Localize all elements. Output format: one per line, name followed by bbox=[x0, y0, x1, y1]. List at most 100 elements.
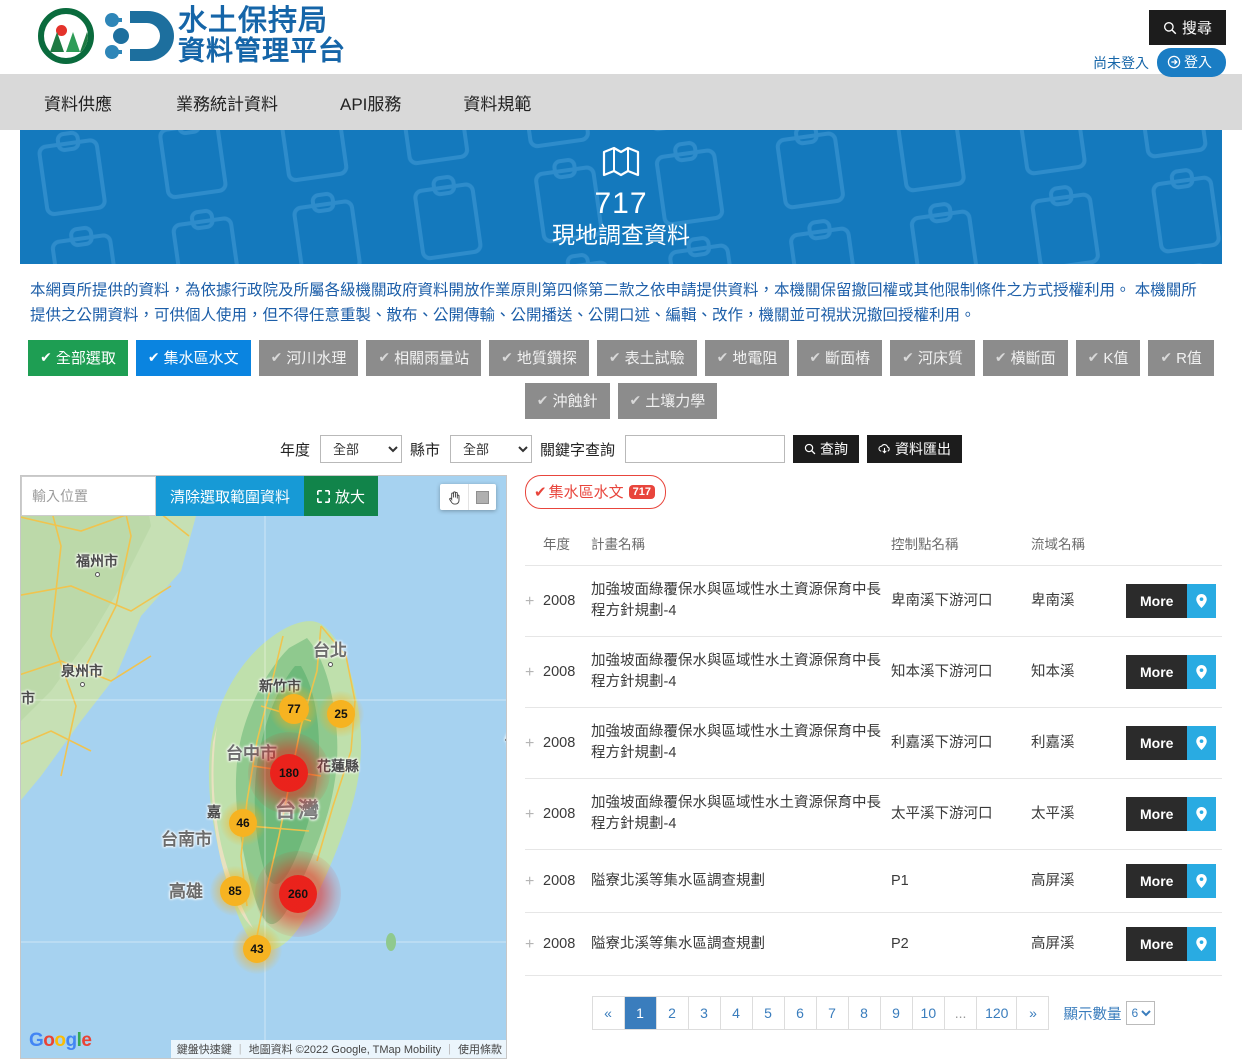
cell-plan-name: 加強坡面綠覆保水與區域性水土資源保育中長程方針規劃-4 bbox=[591, 565, 891, 637]
pan-hand-icon[interactable] bbox=[440, 484, 468, 510]
more-button[interactable]: More bbox=[1126, 797, 1188, 832]
chip-resistivity[interactable]: ✔ 地電阻 bbox=[704, 340, 790, 377]
chip-watershed-hydrology[interactable]: ✔ 集水區水文 bbox=[135, 340, 251, 377]
export-button-label: 資料匯出 bbox=[895, 441, 952, 458]
more-button[interactable]: More bbox=[1126, 864, 1188, 899]
site-logo[interactable]: 水土保持局 資料管理平台 bbox=[38, 5, 346, 67]
cell-year: 2008 bbox=[543, 565, 591, 637]
map-cluster-marker[interactable]: 25 bbox=[318, 691, 364, 738]
location-input[interactable] bbox=[21, 476, 156, 517]
map-toolbar: 清除選取範圍資料 放大 bbox=[21, 476, 379, 517]
zoom-in-button[interactable]: 放大 bbox=[304, 476, 379, 517]
cell-control-point: 知本溪下游河口 bbox=[891, 636, 1031, 708]
nav-item-data-standard[interactable]: 資料規範 bbox=[463, 90, 565, 115]
nav-item-data-supply[interactable]: 資料供應 bbox=[44, 90, 146, 115]
nav-item-business-statistics[interactable]: 業務統計資料 bbox=[176, 90, 312, 115]
login-button[interactable]: 登入 bbox=[1157, 48, 1226, 77]
chip-label: 斷面樁 bbox=[825, 350, 871, 368]
search-button[interactable]: 搜尋 bbox=[1148, 10, 1226, 45]
chip-r-value[interactable]: ✔ R值 bbox=[1148, 340, 1214, 377]
logo-title-line2: 資料管理平台 bbox=[178, 36, 346, 67]
map-cluster-marker[interactable]: 260 bbox=[255, 851, 341, 938]
cell-plan-name: 加強坡面綠覆保水與區域性水土資源保育中長程方針規劃-4 bbox=[591, 707, 891, 779]
page-1[interactable]: 1 bbox=[624, 997, 657, 1030]
locate-on-map-button[interactable] bbox=[1187, 927, 1216, 962]
page-6[interactable]: 6 bbox=[784, 997, 817, 1030]
per-page-select[interactable]: 6 bbox=[1126, 1001, 1156, 1026]
chip-river-hydraulics[interactable]: ✔ 河川水理 bbox=[258, 340, 359, 377]
more-button[interactable]: More bbox=[1126, 655, 1188, 690]
expand-icon bbox=[317, 489, 331, 503]
more-button[interactable]: More bbox=[1126, 726, 1188, 761]
expand-row-icon[interactable]: + bbox=[525, 936, 534, 953]
expand-row-icon[interactable]: + bbox=[525, 873, 534, 890]
cluster-count: 180 bbox=[278, 766, 300, 781]
export-button[interactable]: 資料匯出 bbox=[867, 435, 963, 464]
chip-section-pile[interactable]: ✔ 斷面樁 bbox=[797, 340, 883, 377]
query-button[interactable]: 查詢 bbox=[793, 435, 860, 464]
chip-select-all[interactable]: ✔ 全部選取 bbox=[28, 340, 128, 377]
keyword-input[interactable] bbox=[625, 435, 786, 464]
page-3[interactable]: 3 bbox=[688, 997, 721, 1030]
google-map[interactable]: 清除選取範圍資料 放大 福州市 泉州市 bbox=[20, 475, 507, 1059]
rectangle-select-icon[interactable] bbox=[468, 484, 496, 511]
expand-row-icon[interactable]: + bbox=[525, 664, 534, 681]
map-cluster-marker[interactable]: 77 bbox=[269, 684, 319, 735]
query-filter-bar: 年度 全部 縣市 全部 關鍵字查詢 查詢 資料匯出 bbox=[0, 435, 1242, 464]
check-icon: ✔ bbox=[716, 349, 729, 366]
chip-cross-section[interactable]: ✔ 橫斷面 bbox=[982, 340, 1068, 377]
cell-control-point: 利嘉溪下游河口 bbox=[891, 707, 1031, 779]
year-filter-label: 年度 bbox=[279, 441, 310, 459]
cell-control-point: 卑南溪下游河口 bbox=[891, 565, 1031, 637]
cell-basin-name: 利嘉溪 bbox=[1031, 707, 1126, 779]
map-column: 清除選取範圍資料 放大 福州市 泉州市 bbox=[20, 475, 507, 1059]
locate-on-map-button[interactable] bbox=[1187, 655, 1216, 690]
locate-on-map-button[interactable] bbox=[1187, 797, 1216, 832]
locate-on-map-button[interactable] bbox=[1187, 584, 1216, 619]
chip-soil-mechanics[interactable]: ✔ 土壤力學 bbox=[617, 383, 718, 420]
year-select[interactable]: 全部 bbox=[319, 435, 402, 464]
map-pin-icon bbox=[1196, 665, 1207, 680]
expand-row-icon[interactable]: + bbox=[525, 593, 534, 610]
county-select[interactable]: 全部 bbox=[450, 435, 532, 464]
chip-k-value[interactable]: ✔ K值 bbox=[1075, 340, 1141, 377]
page-2[interactable]: 2 bbox=[656, 997, 689, 1030]
active-category-tag[interactable]: ✔ 集水區水文 717 bbox=[525, 475, 666, 510]
chip-geological-drilling[interactable]: ✔ 地質鑽探 bbox=[489, 340, 589, 377]
expand-row-icon[interactable]: + bbox=[525, 806, 534, 823]
map-cluster-marker[interactable]: 85 bbox=[210, 866, 260, 917]
clear-selection-button[interactable]: 清除選取範圍資料 bbox=[156, 476, 305, 517]
map-cluster-marker[interactable]: 43 bbox=[232, 924, 282, 975]
chip-erosion-pin[interactable]: ✔ 沖蝕針 bbox=[524, 383, 610, 420]
terms-link[interactable]: 使用條款 bbox=[458, 1041, 502, 1057]
page-4[interactable]: 4 bbox=[720, 997, 753, 1030]
cell-plan-name: 隘寮北溪等集水區調查規劃 bbox=[591, 849, 891, 913]
more-button[interactable]: More bbox=[1126, 584, 1188, 619]
query-button-label: 查詢 bbox=[820, 441, 849, 458]
page-120[interactable]: 120 bbox=[977, 997, 1018, 1030]
chip-topsoil-test[interactable]: ✔ 表土試驗 bbox=[596, 340, 697, 377]
cell-year: 2008 bbox=[543, 778, 591, 850]
chip-riverbed-material[interactable]: ✔ 河床質 bbox=[890, 340, 975, 377]
map-cluster-marker[interactable]: 46 bbox=[220, 800, 266, 847]
map-cluster-marker[interactable]: 180 bbox=[248, 732, 330, 815]
nav-item-api-service[interactable]: API服務 bbox=[340, 90, 435, 115]
keyboard-shortcuts-link[interactable]: 鍵盤快速鍵 bbox=[177, 1041, 232, 1057]
page-next[interactable]: » bbox=[1017, 997, 1050, 1030]
expand-row-icon[interactable]: + bbox=[525, 735, 534, 752]
page-5[interactable]: 5 bbox=[752, 997, 785, 1030]
page-9[interactable]: 9 bbox=[880, 997, 913, 1030]
locate-on-map-button[interactable] bbox=[1187, 726, 1216, 761]
cell-year: 2008 bbox=[543, 849, 591, 913]
search-icon bbox=[1163, 21, 1177, 34]
more-button[interactable]: More bbox=[1126, 927, 1188, 962]
chip-rain-gauge[interactable]: ✔ 相關雨量站 bbox=[366, 340, 482, 377]
page-8[interactable]: 8 bbox=[848, 997, 881, 1030]
page-10[interactable]: 10 bbox=[912, 997, 946, 1030]
page-prev[interactable]: « bbox=[592, 997, 625, 1030]
locate-on-map-button[interactable] bbox=[1187, 864, 1216, 899]
cell-control-point: 太平溪下游河口 bbox=[891, 778, 1031, 850]
map-city-label: 泉州市 bbox=[61, 661, 103, 688]
table-row: + 2008 隘寮北溪等集水區調查規劃 P2 高屏溪 More bbox=[525, 912, 1222, 977]
page-7[interactable]: 7 bbox=[816, 997, 849, 1030]
